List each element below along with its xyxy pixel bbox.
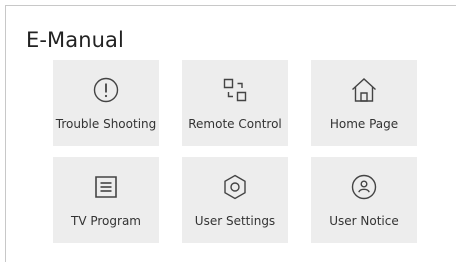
- tile-label: Remote Control: [188, 117, 282, 131]
- tile-label: TV Program: [71, 214, 141, 228]
- tile-home-page[interactable]: Home Page: [311, 60, 417, 146]
- tile-label: User Notice: [329, 214, 399, 228]
- tile-label: Trouble Shooting: [55, 117, 157, 131]
- tile-user-notice[interactable]: User Notice: [311, 157, 417, 243]
- list-icon: [92, 173, 120, 201]
- remote-control-icon: [221, 76, 249, 104]
- home-icon: [350, 76, 378, 104]
- page-title: E-Manual: [26, 28, 124, 52]
- tile-trouble-shooting[interactable]: Trouble Shooting: [53, 60, 159, 146]
- tile-user-settings[interactable]: User Settings: [182, 157, 288, 243]
- settings-hexagon-icon: [221, 173, 249, 201]
- tile-label: User Settings: [194, 214, 276, 228]
- tile-tv-program[interactable]: TV Program: [53, 157, 159, 243]
- tile-remote-control[interactable]: Remote Control: [182, 60, 288, 146]
- tile-label: Home Page: [329, 117, 399, 131]
- user-notice-icon: [350, 173, 378, 201]
- exclamation-circle-icon: [92, 76, 120, 104]
